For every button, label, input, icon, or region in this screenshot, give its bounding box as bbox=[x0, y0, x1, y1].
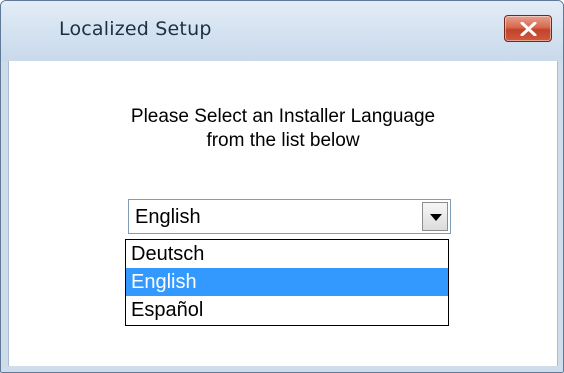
dialog-window: Localized Setup Please Select an Install… bbox=[0, 0, 564, 373]
close-icon bbox=[520, 22, 537, 36]
combobox-selected-value: English bbox=[135, 206, 201, 228]
instruction-line-1: Please Select an Installer Language bbox=[130, 106, 436, 127]
option-english[interactable]: English bbox=[126, 268, 448, 296]
option-deutsch[interactable]: Deutsch bbox=[126, 240, 448, 268]
instruction-line-2: from the list below bbox=[206, 130, 360, 151]
chevron-down-icon bbox=[430, 214, 442, 221]
dropdown-button[interactable] bbox=[422, 202, 448, 231]
language-dropdown-list: Deutsch English Español bbox=[125, 239, 449, 326]
window-bottom-border bbox=[1, 366, 563, 372]
dialog-content: Please Select an Installer Language from… bbox=[8, 61, 558, 366]
option-espanol[interactable]: Español bbox=[126, 296, 448, 324]
window-title: Localized Setup bbox=[59, 18, 212, 40]
close-button[interactable] bbox=[504, 15, 552, 42]
language-combobox[interactable]: English bbox=[128, 199, 451, 234]
title-bar[interactable]: Localized Setup bbox=[1, 1, 563, 61]
instruction-text: Please Select an Installer Language from… bbox=[9, 105, 557, 153]
